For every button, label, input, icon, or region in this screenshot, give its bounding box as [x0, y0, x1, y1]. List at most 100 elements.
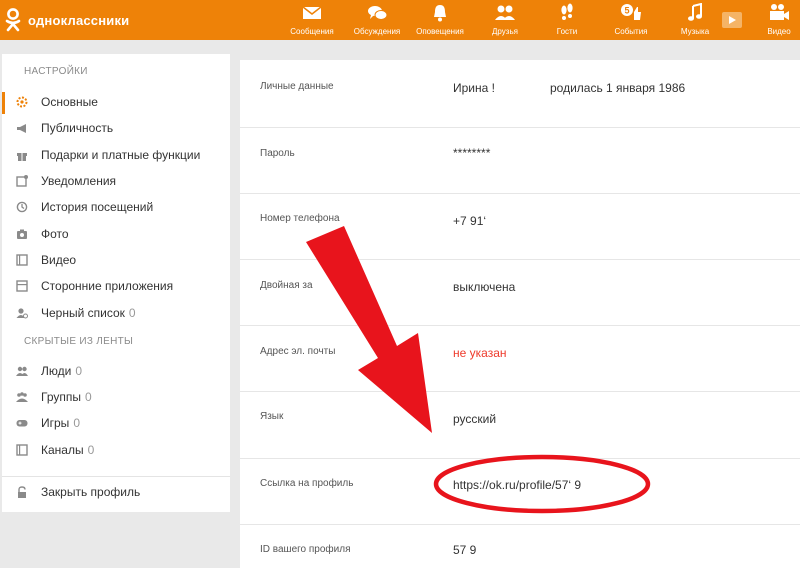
nav-guests[interactable]: Гости — [537, 3, 597, 36]
nav-messages[interactable]: Сообщения — [282, 3, 342, 36]
row-label: ID вашего профиля — [260, 544, 351, 555]
chat-bubbles-icon — [368, 6, 388, 20]
settings-row-email[interactable]: Адрес эл. почты не указан — [240, 326, 800, 392]
blocked-user-icon — [16, 308, 28, 319]
row-value: выключена — [453, 280, 516, 294]
nav-notifications[interactable]: Оповещения — [410, 3, 470, 36]
thumbs-up-icon: 5 — [621, 4, 641, 20]
settings-row-password[interactable]: Пароль ******** — [240, 128, 800, 194]
sidebar-item-history[interactable]: История посещений — [2, 195, 230, 219]
film-icon — [16, 254, 28, 266]
sidebar-item-hidden-people[interactable]: Люди 0 — [2, 359, 230, 383]
birth-date: родилась 1 января 1986 — [550, 81, 686, 95]
channels-icon — [16, 444, 28, 456]
sidebar-item-hidden-channels[interactable]: Каналы 0 — [2, 438, 230, 462]
nav-label: Обсуждения — [353, 27, 401, 36]
row-value: русский — [453, 412, 497, 426]
row-label: Двойная за — [260, 280, 313, 291]
email-status: не указан — [453, 346, 507, 360]
people-icon — [16, 366, 28, 376]
footprints-icon — [561, 3, 573, 20]
profile-link[interactable]: https://ok.ru/profile/57‘ 9 — [453, 478, 581, 492]
item-count: 0 — [87, 443, 95, 457]
sidebar-item-label: Каналы — [41, 443, 84, 457]
sidebar-item-label: Подарки и платные функции — [41, 148, 201, 162]
settings-row-personal-data[interactable]: Личные данные Ирина ! родилась 1 января … — [240, 60, 800, 128]
settings-row-profile-link[interactable]: Ссылка на профиль https://ok.ru/profile/… — [240, 459, 800, 525]
sidebar-item-main[interactable]: Основные — [2, 90, 230, 114]
camera-icon — [17, 229, 27, 239]
sidebar-item-label: Фото — [41, 227, 69, 241]
close-profile-link[interactable]: Закрыть профиль — [2, 480, 230, 504]
sidebar-item-video[interactable]: Видео — [2, 248, 230, 272]
megaphone-icon — [17, 124, 26, 133]
item-count: 0 — [128, 306, 136, 320]
sidebar-item-publicity[interactable]: Публичность — [2, 116, 230, 140]
item-count: 0 — [75, 364, 83, 378]
sidebar-item-hidden-groups[interactable]: Группы 0 — [2, 385, 230, 409]
profile-id: 57 9 — [453, 543, 477, 557]
hidden-section-header: СКРЫТЫЕ ИЗ ЛЕНТЫ — [24, 336, 134, 347]
row-label: Пароль — [260, 148, 295, 159]
nav-discussions[interactable]: Обсуждения — [347, 3, 407, 36]
close-profile-label: Закрыть профиль — [41, 485, 141, 499]
nav-music[interactable]: Музыка — [665, 3, 725, 36]
music-note-icon — [688, 3, 702, 21]
video-camera-icon — [770, 4, 789, 20]
settings-row-profile-id[interactable]: ID вашего профиля 57 9 — [240, 525, 800, 568]
nav-events[interactable]: 5 События — [601, 3, 661, 36]
brand-name: одноклассники — [28, 12, 130, 28]
settings-row-language[interactable]: Язык русский — [240, 392, 800, 459]
nav-label: Гости — [556, 27, 578, 36]
nav-label: Музыка — [680, 27, 710, 36]
profile-settings-panel: Личные данные Ирина ! родилась 1 января … — [240, 60, 800, 568]
settings-section-header: НАСТРОЙКИ — [24, 66, 88, 77]
sidebar-item-blacklist[interactable]: Черный список 0 — [2, 301, 230, 325]
row-label: Номер телефона — [260, 213, 340, 224]
row-label: Адрес эл. почты — [260, 346, 336, 357]
nav-label: Друзья — [492, 27, 518, 36]
envelope-icon — [302, 6, 322, 19]
gear-icon — [16, 96, 28, 108]
row-value: Ирина ! — [453, 81, 495, 95]
apps-icon — [16, 280, 28, 292]
settings-row-phone[interactable]: Номер телефона +7 91‘ — [240, 194, 800, 260]
sidebar-item-label: Люди — [41, 364, 72, 378]
friends-icon — [495, 5, 515, 20]
gamepad-icon — [16, 420, 28, 427]
bell-icon — [434, 5, 446, 22]
settings-sidebar: НАСТРОЙКИ Основные Публичность Подарки и… — [2, 54, 230, 512]
logo[interactable]: одноклассники — [2, 7, 129, 33]
events-badge: 5 — [624, 6, 629, 16]
gift-icon — [17, 153, 27, 161]
nav-label: События — [614, 27, 648, 36]
nav-label: Видео — [767, 27, 791, 36]
ok-logo-icon — [5, 8, 21, 32]
row-value: +7 91‘ — [453, 214, 487, 228]
item-count: 0 — [73, 416, 80, 430]
sidebar-item-label: Черный список — [41, 306, 125, 320]
sidebar-item-label: Группы — [41, 390, 81, 404]
sidebar-item-hidden-games[interactable]: Игры 0 — [2, 411, 230, 435]
divider — [2, 476, 230, 477]
nav-friends[interactable]: Друзья — [475, 3, 535, 36]
sidebar-item-label: Публичность — [41, 121, 114, 135]
row-label: Ссылка на профиль — [260, 478, 354, 489]
sidebar-item-photo[interactable]: Фото — [2, 222, 230, 246]
nav-label: Сообщения — [290, 27, 334, 36]
sidebar-item-label: Основные — [41, 95, 98, 109]
play-icon[interactable] — [722, 12, 742, 28]
nav-video[interactable]: Видео — [750, 3, 800, 36]
lock-icon — [18, 486, 26, 498]
sidebar-item-gifts[interactable]: Подарки и платные функции — [2, 143, 230, 167]
sidebar-item-apps[interactable]: Сторонние приложения — [2, 274, 230, 298]
sidebar-item-notifications[interactable]: Уведомления — [2, 169, 230, 193]
sidebar-item-label: Сторонние приложения — [41, 279, 174, 293]
notification-icon — [16, 175, 28, 187]
groups-icon — [16, 392, 28, 402]
row-label: Язык — [260, 411, 284, 422]
settings-row-two-factor[interactable]: Двойная за выключена — [240, 260, 800, 326]
row-value: ******** — [453, 146, 491, 160]
sidebar-item-label: Уведомления — [41, 174, 117, 188]
top-navigation-bar: одноклассники Сообщения Обсуждения Опове… — [0, 0, 800, 40]
